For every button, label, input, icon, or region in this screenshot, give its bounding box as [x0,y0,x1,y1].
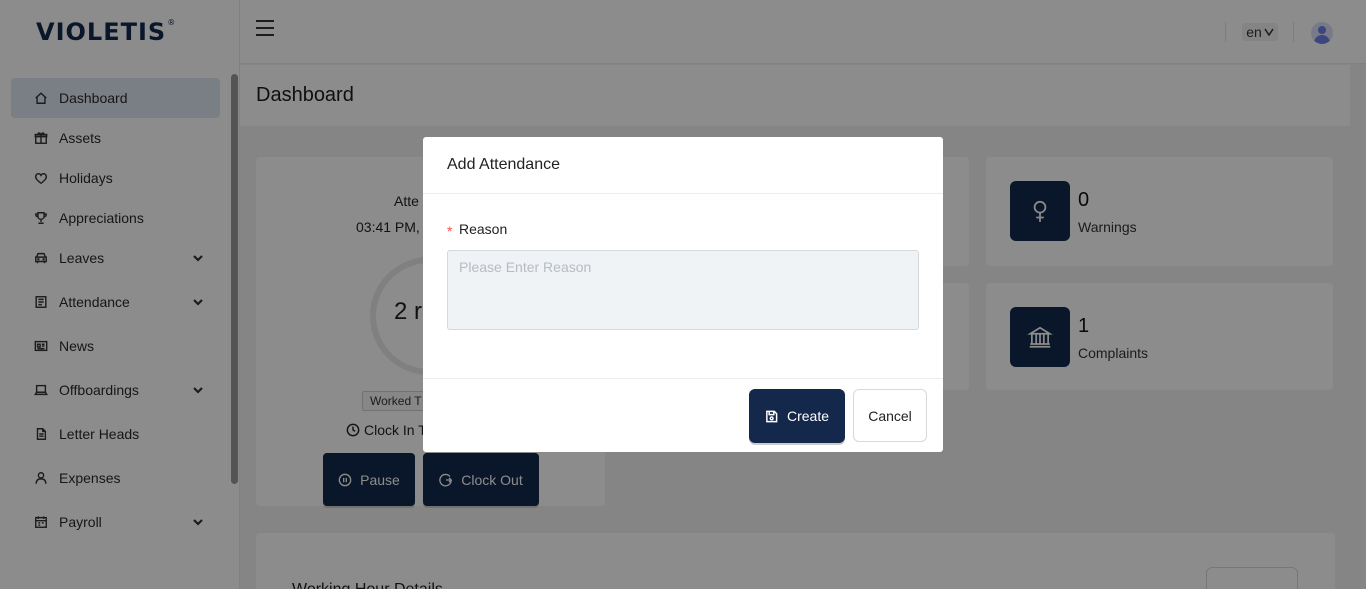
create-label: Create [786,408,830,424]
reason-label: Reason [459,221,508,237]
reason-input[interactable] [447,250,919,330]
create-button[interactable]: Create [749,389,845,443]
required-mark: * [447,223,453,239]
cancel-label: Cancel [868,407,912,424]
modal-header-divider [423,193,943,194]
add-attendance-modal: Add Attendance * Reason Create Cancel [423,137,943,452]
cancel-button[interactable]: Cancel [853,389,927,442]
save-icon [766,410,778,422]
modal-title: Add Attendance [447,156,560,173]
modal-footer-divider [423,378,943,379]
